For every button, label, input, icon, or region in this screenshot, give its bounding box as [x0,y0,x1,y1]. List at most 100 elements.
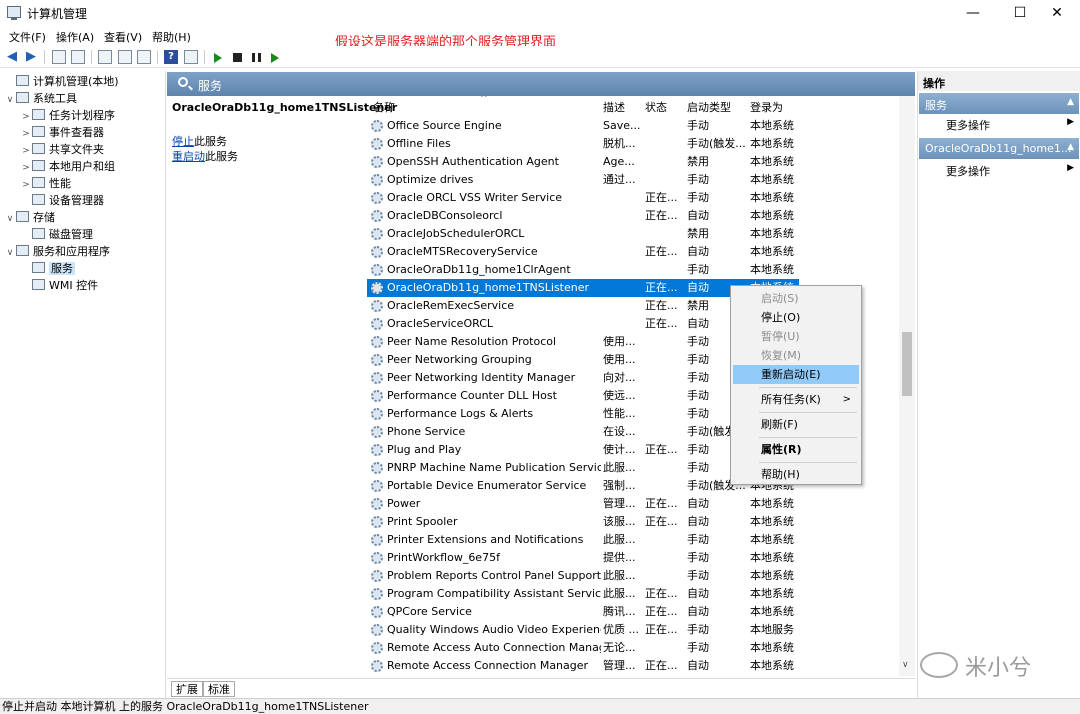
service-status-cell: 正在... [645,245,678,258]
context-menu-item[interactable]: 重新启动(E) [733,365,859,384]
context-menu-item[interactable]: 帮助(H) [733,465,859,484]
chevron-down-icon[interactable]: ∨ [4,211,16,228]
table-row[interactable]: Print Spooler 该服... 正在... 自动 本地系统 [367,513,799,531]
forward-arrow-icon[interactable]: ▶ [24,50,38,64]
actions-group-label: OracleOraDb11g_home1... [925,142,1072,155]
table-row[interactable]: Remote Access Connection Manager 管理... 正在.… [367,657,799,675]
table-row[interactable]: OpenSSH Authentication Agent Age... 禁用 本地系统 [367,153,799,171]
tab-extended[interactable]: 扩展 [171,681,203,697]
chevron-down-icon[interactable]: ∨ [4,92,16,109]
tree-item-computer-management[interactable]: 计算机管理(本地) [4,73,119,90]
service-gear-icon [371,516,383,528]
menu-file[interactable]: 文件(F) [9,29,46,45]
table-row[interactable]: Remote Access Auto Connection Manag... 无论… [367,639,799,657]
actions-group-services[interactable]: 服务 ▲ [919,93,1079,114]
column-header-name[interactable]: 名称 [373,99,395,115]
context-menu-item[interactable]: 所有任务(K) > [733,390,859,409]
more-actions-selected-service[interactable]: 更多操作 ▶ [946,163,1078,179]
restart-service-icon[interactable] [271,53,279,63]
tree-item-system-tools[interactable]: ∨ 系统工具 [4,90,77,107]
actions-group-label: 服务 [925,99,947,112]
context-menu-item[interactable]: 停止(O) [733,308,859,327]
tree-item-task-scheduler[interactable]: > 任务计划程序 [20,107,115,124]
table-row[interactable]: Offline Files 脱机... 手动(触发... 本地系统 [367,135,799,153]
tree-item-shared-folders[interactable]: > 共享文件夹 [20,141,104,158]
table-row[interactable]: Program Compatibility Assistant Service 此… [367,585,799,603]
service-gear-icon [371,552,383,564]
context-menu-item[interactable]: 刷新(F) [733,415,859,434]
menu-separator [759,412,857,413]
stop-service-icon[interactable] [233,53,242,62]
menu-action[interactable]: 操作(A) [56,29,94,45]
tree-item-event-viewer[interactable]: > 事件查看器 [20,124,104,141]
actions-group-selected-service[interactable]: OracleOraDb11g_home1... ▲ [919,138,1079,159]
table-row[interactable]: Problem Reports Control Panel Support 此服.… [367,567,799,585]
service-name-cell: OracleJobSchedulerORCL [387,227,525,240]
action-pane-icon[interactable] [184,50,198,64]
service-logon-cell: 本地系统 [750,119,794,132]
chevron-down-icon[interactable]: ∨ [4,245,16,262]
tree-item-wmi-control[interactable]: WMI 控件 [20,277,98,294]
menu-separator [759,387,857,388]
column-header-description[interactable]: 描述 [603,99,625,115]
start-service-icon[interactable] [214,53,222,63]
menu-view[interactable]: 查看(V) [104,29,142,45]
service-gear-icon [371,624,383,636]
context-menu-item[interactable]: 属性(R) [733,440,859,459]
column-header-startup-type[interactable]: 启动类型 [687,99,731,115]
table-row[interactable]: Oracle ORCL VSS Writer Service 正在... 手动 本地系… [367,189,799,207]
table-row[interactable]: OracleMTSRecoveryService 正在... 自动 本地系统 [367,243,799,261]
table-row[interactable]: Office Source Engine Save... 手动 本地系统 [367,117,799,135]
scrollbar-thumb[interactable] [902,332,912,396]
tree-item-label: 事件查看器 [49,126,104,139]
toolbar-separator [157,50,158,64]
stop-service-suffix: 此服务 [194,135,227,148]
table-row[interactable]: OracleJobSchedulerORCL 禁用 本地系统 [367,225,799,243]
table-row[interactable]: Power 管理... 正在... 自动 本地系统 [367,495,799,513]
tree-item-storage[interactable]: ∨ 存储 [4,209,55,226]
up-folder-icon[interactable] [52,50,66,64]
export-list-icon[interactable] [137,50,151,64]
restart-service-link[interactable]: 重启动 [172,150,205,163]
column-header-status[interactable]: 状态 [645,99,667,115]
tree-item-services[interactable]: 服务 [20,260,75,277]
minimize-button[interactable]: — [950,0,996,26]
service-description-cell: 腾讯... [603,605,636,618]
table-row[interactable]: PrintWorkflow_6e75f 提供... 手动 本地系统 [367,549,799,567]
table-row[interactable]: Printer Extensions and Notifications 此服..… [367,531,799,549]
collapse-icon[interactable]: ▲ [1067,142,1074,152]
service-gear-icon [371,192,383,204]
navigation-tree: 计算机管理(本地) ∨ 系统工具 > 任务计划程序 > 事件查看器 > 共享文件夹 > 本… [0,71,166,698]
collapse-icon[interactable]: ▲ [1067,97,1074,107]
service-gear-icon [371,408,383,420]
tree-item-disk-management[interactable]: 磁盘管理 [20,226,93,243]
more-actions-services[interactable]: 更多操作 ▶ [946,117,1078,133]
table-row[interactable]: Quality Windows Audio Video Experience 优质… [367,621,799,639]
properties-icon[interactable] [98,50,112,64]
tree-item-local-users[interactable]: > 本地用户和组 [20,158,115,175]
tree-item-services-apps[interactable]: ∨ 服务和应用程序 [4,243,110,260]
menu-help[interactable]: 帮助(H) [152,29,191,45]
table-row[interactable]: OracleOraDb11g_home1ClrAgent 手动 本地系统 [367,261,799,279]
back-arrow-icon[interactable]: ◀ [5,50,19,64]
service-logon-cell: 本地系统 [750,497,794,510]
service-gear-icon [371,462,383,474]
show-tree-icon[interactable] [71,50,85,64]
close-button[interactable]: ✕ [1034,0,1080,26]
vertical-scrollbar[interactable]: ∨ [899,96,915,676]
tab-standard[interactable]: 标准 [203,681,235,697]
service-gear-icon [371,498,383,510]
tree-item-device-manager[interactable]: 设备管理器 [20,192,104,209]
table-row[interactable]: QPCore Service 腾讯... 正在... 自动 本地系统 [367,603,799,621]
tree-item-performance[interactable]: > 性能 [20,175,71,192]
pause-service-icon[interactable] [252,53,261,62]
stop-service-link[interactable]: 停止 [172,135,194,148]
context-menu: 启动(S) 停止(O) 暂停(U) 恢复(M) 重新启动(E) 所有任务(K) > 刷新(F)… [730,285,862,485]
column-header-log-on-as[interactable]: 登录为 [750,99,783,115]
table-row[interactable]: Optimize drives 通过... 手动 本地系统 [367,171,799,189]
table-row[interactable]: OracleDBConsoleorcl 正在... 自动 本地系统 [367,207,799,225]
scroll-down-icon[interactable]: ∨ [902,660,909,670]
service-gear-icon [371,642,383,654]
help-icon[interactable]: ? [164,50,178,64]
refresh-icon[interactable] [118,50,132,64]
